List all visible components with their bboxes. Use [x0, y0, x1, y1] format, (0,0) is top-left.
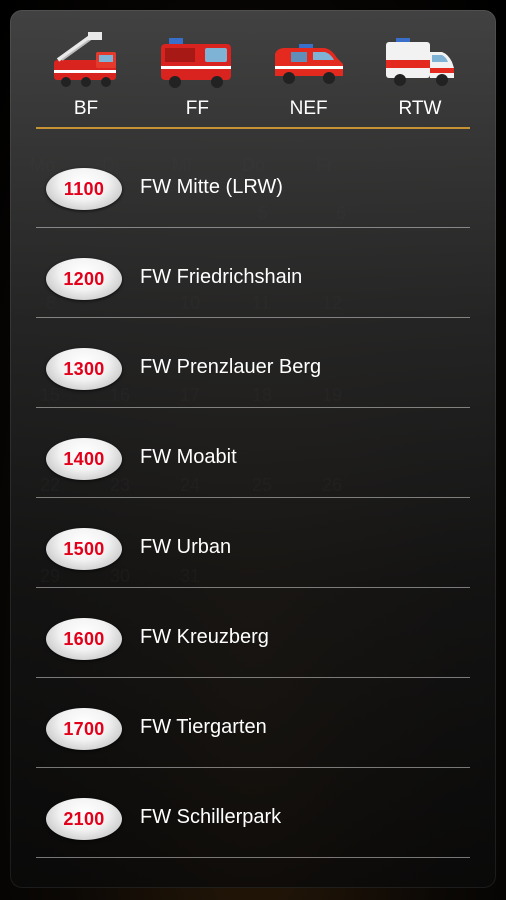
station-code-badge: 1500	[46, 528, 122, 570]
station-name: FW Schillerpark	[140, 806, 282, 828]
tab-label: RTW	[398, 98, 442, 119]
station-code: 1300	[63, 358, 105, 379]
tab-bf[interactable]: BF	[36, 10, 136, 128]
station-item-1500[interactable]: 1500 FW Urban	[36, 498, 470, 588]
station-code-badge: 1600	[46, 618, 122, 660]
station-code: 1400	[63, 448, 105, 469]
station-name: FW Friedrichshain	[140, 266, 303, 288]
station-name: FW Mitte (LRW)	[140, 176, 283, 198]
app-screen: Mo Di Mi Do Fr 5 6 8 10 11 12 15 16 17 1…	[0, 0, 506, 900]
emergency-van-icon	[274, 44, 343, 84]
tab-label: BF	[73, 98, 99, 119]
fire-engine-icon	[161, 38, 232, 88]
station-code: 1700	[63, 718, 105, 739]
station-item-1400[interactable]: 1400 FW Moabit	[36, 408, 470, 498]
ambulance-icon	[385, 38, 454, 86]
tab-nef[interactable]: NEF	[259, 10, 359, 128]
station-name: FW Kreuzberg	[140, 626, 269, 648]
station-list: 1100 FW Mitte (LRW) 1200 FW Friedrichsha…	[36, 138, 470, 858]
station-code-badge: 1300	[46, 348, 122, 390]
station-name: FW Prenzlauer Berg	[140, 356, 322, 378]
tab-rtw[interactable]: RTW	[370, 10, 470, 128]
station-code: 1500	[63, 538, 105, 559]
station-name: FW Urban	[140, 536, 232, 558]
station-item-1300[interactable]: 1300 FW Prenzlauer Berg	[36, 318, 470, 408]
station-code: 1600	[63, 628, 105, 649]
station-code: 1100	[63, 178, 105, 199]
station-picker-panel: BF FF NEF RTW 1100 FW Mitte (LRW) 1200 F…	[10, 10, 496, 888]
station-item-1700[interactable]: 1700 FW Tiergarten	[36, 678, 470, 768]
vehicle-type-tabs: BF FF NEF RTW	[36, 10, 470, 128]
tab-label: FF	[185, 98, 209, 119]
station-item-1200[interactable]: 1200 FW Friedrichshain	[36, 228, 470, 318]
station-code-badge: 1400	[46, 438, 122, 480]
station-code-badge: 2100	[46, 798, 122, 840]
station-code-badge: 1700	[46, 708, 122, 750]
station-code-badge: 1100	[46, 168, 122, 210]
station-code: 2100	[63, 808, 105, 829]
tab-ff[interactable]: FF	[147, 10, 247, 128]
station-code-badge: 1200	[46, 258, 122, 300]
ladder-truck-icon	[54, 32, 116, 87]
station-item-1600[interactable]: 1600 FW Kreuzberg	[36, 588, 470, 678]
station-item-1100[interactable]: 1100 FW Mitte (LRW)	[36, 138, 470, 228]
station-name: FW Tiergarten	[140, 716, 267, 738]
tabs-divider	[36, 127, 470, 129]
station-code: 1200	[63, 268, 105, 289]
tab-label: NEF	[289, 98, 328, 119]
station-name: FW Moabit	[140, 446, 237, 468]
station-item-2100[interactable]: 2100 FW Schillerpark	[36, 768, 470, 858]
